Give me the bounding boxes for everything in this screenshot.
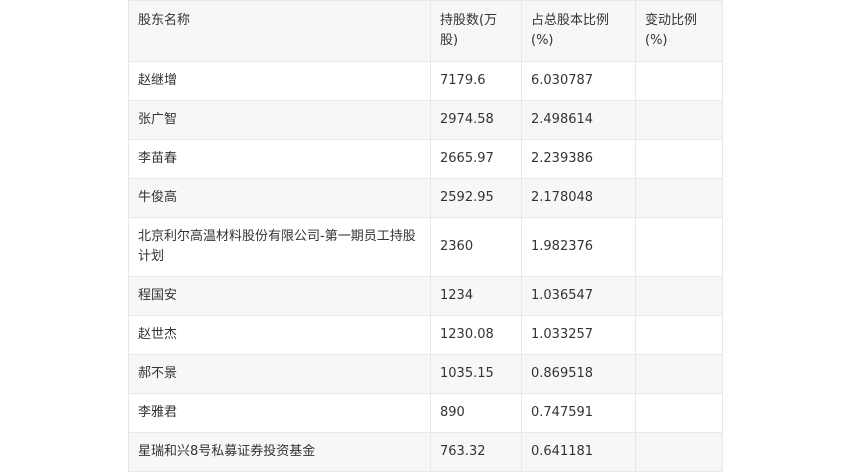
cell-name: 李雅君: [128, 393, 431, 433]
cell-name: 星瑞和兴8号私募证券投资基金: [128, 432, 431, 472]
cell-change: [635, 432, 723, 472]
cell-shares: 2592.95: [430, 178, 522, 218]
table-row: 赵继增 7179.6 6.030787: [128, 61, 723, 101]
shareholder-table-container: 股东名称 持股数(万股) 占总股本比例(%) 变动比例(%) 赵继增 7179.…: [128, 0, 723, 472]
cell-ratio: 2.239386: [521, 139, 636, 179]
header-shares: 持股数(万股): [430, 0, 522, 62]
cell-name: 程国安: [128, 276, 431, 316]
cell-ratio: 2.178048: [521, 178, 636, 218]
cell-name: 赵世杰: [128, 315, 431, 355]
cell-change: [635, 354, 723, 394]
cell-ratio: 0.747591: [521, 393, 636, 433]
cell-ratio: 2.498614: [521, 100, 636, 140]
cell-shares: 763.32: [430, 432, 522, 472]
cell-change: [635, 276, 723, 316]
cell-ratio: 0.641181: [521, 432, 636, 472]
cell-ratio: 6.030787: [521, 61, 636, 101]
cell-shares: 2974.58: [430, 100, 522, 140]
table-row: 李雅君 890 0.747591: [128, 393, 723, 433]
header-ratio: 占总股本比例(%): [521, 0, 636, 62]
cell-ratio: 1.033257: [521, 315, 636, 355]
cell-shares: 2360: [430, 217, 522, 277]
table-row: 北京利尔高温材料股份有限公司-第一期员工持股计划 2360 1.982376: [128, 217, 723, 277]
table-row: 牛俊高 2592.95 2.178048: [128, 178, 723, 218]
cell-name: 牛俊高: [128, 178, 431, 218]
table-row: 赵世杰 1230.08 1.033257: [128, 315, 723, 355]
cell-shares: 2665.97: [430, 139, 522, 179]
cell-ratio: 0.869518: [521, 354, 636, 394]
table-row: 郝不景 1035.15 0.869518: [128, 354, 723, 394]
table-row: 张广智 2974.58 2.498614: [128, 100, 723, 140]
header-change: 变动比例(%): [635, 0, 723, 62]
cell-ratio: 1.036547: [521, 276, 636, 316]
cell-name: 赵继增: [128, 61, 431, 101]
table-row: 程国安 1234 1.036547: [128, 276, 723, 316]
cell-name: 郝不景: [128, 354, 431, 394]
table-row: 星瑞和兴8号私募证券投资基金 763.32 0.641181: [128, 432, 723, 472]
cell-name: 北京利尔高温材料股份有限公司-第一期员工持股计划: [128, 217, 431, 277]
cell-change: [635, 100, 723, 140]
cell-shares: 1234: [430, 276, 522, 316]
cell-ratio: 1.982376: [521, 217, 636, 277]
cell-change: [635, 139, 723, 179]
table-row: 李苗春 2665.97 2.239386: [128, 139, 723, 179]
cell-shares: 890: [430, 393, 522, 433]
cell-name: 李苗春: [128, 139, 431, 179]
cell-change: [635, 315, 723, 355]
cell-shares: 7179.6: [430, 61, 522, 101]
table-header-row: 股东名称 持股数(万股) 占总股本比例(%) 变动比例(%): [128, 0, 723, 62]
header-shareholder-name: 股东名称: [128, 0, 431, 62]
shareholder-table: 股东名称 持股数(万股) 占总股本比例(%) 变动比例(%) 赵继增 7179.…: [128, 0, 723, 472]
cell-change: [635, 61, 723, 101]
cell-change: [635, 178, 723, 218]
cell-shares: 1035.15: [430, 354, 522, 394]
cell-change: [635, 217, 723, 277]
cell-name: 张广智: [128, 100, 431, 140]
cell-change: [635, 393, 723, 433]
cell-shares: 1230.08: [430, 315, 522, 355]
